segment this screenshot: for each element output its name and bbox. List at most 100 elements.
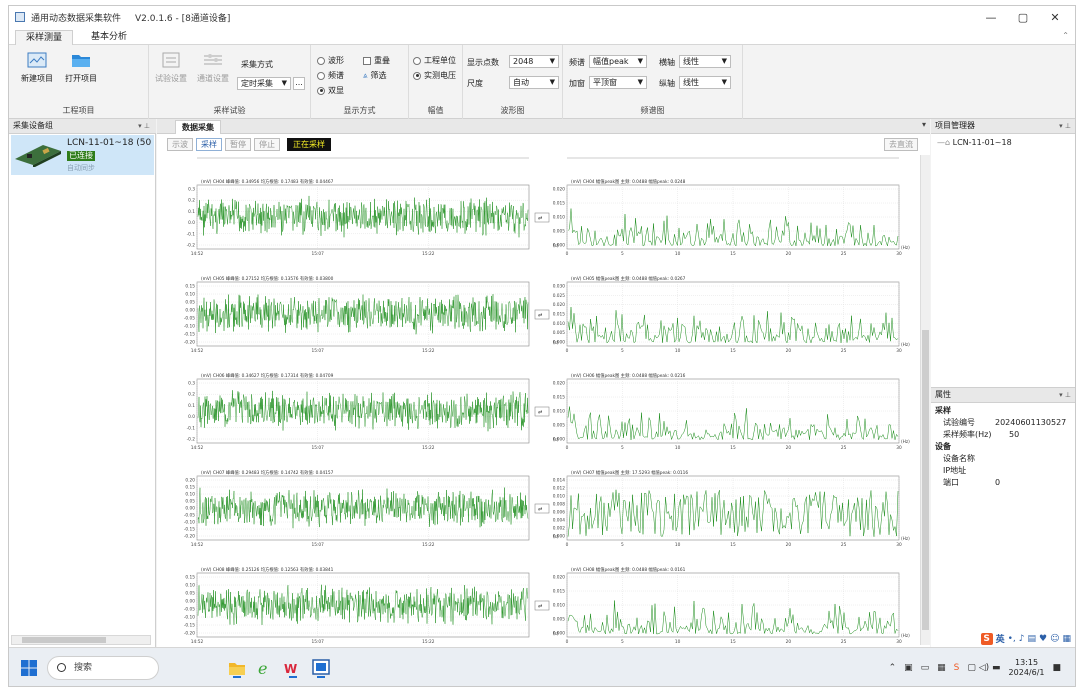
mic-icon[interactable]: ♪	[1019, 634, 1025, 644]
prop-category-sampling[interactable]: 采样	[931, 405, 1075, 416]
keyboard-icon[interactable]: ▤	[1028, 634, 1037, 644]
display-points-select[interactable]: 2048 ▼	[509, 55, 559, 68]
pin-icon[interactable]: ▾ ⊥	[138, 119, 150, 133]
left-hscrollbar[interactable]	[11, 635, 151, 645]
sample-button[interactable]: 采样	[196, 138, 222, 151]
chart-title: (mV) CH07 幅值peak图 主频: 17.5293 幅值peak: 0.…	[571, 469, 688, 476]
prop-row[interactable]: 试验编号 20240601130527	[931, 417, 1075, 428]
tab-dropdown-icon[interactable]: ▾	[922, 120, 926, 129]
remove-dc-button[interactable]: 去直流	[884, 138, 918, 151]
x-tick-label: 25	[841, 639, 847, 645]
punctuation-icon[interactable]: •,	[1008, 634, 1016, 644]
radio-waveform[interactable]: 波形	[317, 55, 344, 66]
pin-icon[interactable]: ▾ ⊥	[1059, 388, 1071, 402]
ime-language[interactable]: 英	[996, 632, 1005, 645]
device-group-header: 采集设备组 ▾ ⊥	[9, 119, 156, 134]
properties-header: 属性 ▾ ⊥	[931, 388, 1075, 403]
skin-icon[interactable]: ♥	[1039, 634, 1047, 644]
radio-measured-voltage[interactable]: 实测电压	[413, 70, 456, 81]
switch-channel-button[interactable]: ⇄	[534, 406, 550, 417]
left-hscrollbar-thumb[interactable]	[22, 637, 106, 643]
plot-vscrollbar[interactable]	[920, 155, 930, 645]
y-tick-label: 0.1	[188, 209, 195, 215]
radio-spectrum[interactable]: 频谱	[317, 70, 344, 81]
x-tick-label: 0	[566, 445, 569, 451]
tray-overflow-icon[interactable]: ⌃	[889, 663, 897, 673]
tray-app2-icon[interactable]: ▭	[921, 663, 930, 673]
acquisition-mode-more-button[interactable]: ...	[293, 77, 305, 90]
tray-app1-icon[interactable]: ▣	[904, 663, 913, 673]
switch-channel-button[interactable]: ⇄	[534, 503, 550, 514]
prop-row[interactable]: 采样频率(Hz) 50	[931, 429, 1075, 440]
y-tick-label: 0.00	[185, 506, 195, 512]
overlay-checkbox[interactable]: 重叠	[363, 55, 390, 66]
y-tick-label: 0.025	[553, 293, 566, 299]
channel-settings-button[interactable]: 通道设置	[193, 51, 233, 84]
plot-frame	[196, 378, 530, 444]
plot-vscrollbar-thumb[interactable]	[922, 330, 929, 630]
toolbox-icon[interactable]: ▦	[1062, 634, 1071, 644]
filter-button[interactable]: ⩓ 筛选	[363, 70, 387, 81]
maximize-button[interactable]: ▢	[1007, 8, 1039, 26]
user-icon[interactable]: ☺	[1050, 634, 1059, 644]
device-item[interactable]: LCN-11-01~18 (50Hz) 已连接 自动同步	[11, 135, 154, 175]
radio-dual[interactable]: 双显	[317, 85, 344, 96]
prop-row[interactable]: 设备名称	[931, 453, 1075, 464]
y-tick-label: 0.2	[188, 392, 195, 398]
scale-select[interactable]: 自动 ▼	[509, 76, 559, 89]
close-button[interactable]: ✕	[1039, 8, 1071, 26]
time-waveform-chart: (mV) CH04 峰峰值: 0.34956 均方根值: 0.17483 有效值…	[187, 178, 530, 257]
windows-start-icon[interactable]	[21, 660, 37, 676]
device-group-title: 采集设备组	[13, 121, 53, 130]
stop-button[interactable]: 停止	[254, 138, 280, 151]
switch-channel-button[interactable]: ⇄	[534, 212, 550, 223]
group-display-label: 显示方式	[343, 106, 376, 115]
x-tick-label: 20	[786, 542, 792, 548]
acquisition-mode-select[interactable]: 定时采集 ▼	[237, 77, 291, 90]
y-tick-label: 0.014	[553, 478, 566, 484]
y-tick-label: -0.20	[184, 534, 195, 540]
daq-app-taskbar-icon[interactable]	[311, 658, 331, 678]
prop-row[interactable]: IP地址	[931, 465, 1075, 476]
sampling-status: 正在采样	[287, 138, 331, 151]
xaxis-select[interactable]: 线性 ▼	[679, 55, 731, 68]
tab-data-acquisition[interactable]: 数据采集	[175, 120, 221, 134]
switch-channel-button[interactable]: ⇄	[534, 309, 550, 320]
new-project-button[interactable]: 新建项目	[17, 51, 57, 84]
ime-logo-icon[interactable]: S	[980, 632, 993, 645]
wps-office-icon[interactable]: W	[283, 658, 303, 678]
yaxis-select[interactable]: 线性 ▼	[679, 76, 731, 89]
x-tick-label: 30	[896, 348, 902, 354]
y-tick-label: 0.015	[553, 589, 566, 595]
file-explorer-icon[interactable]	[227, 658, 247, 678]
daq-card-icon	[15, 145, 61, 167]
spectrum-type-select[interactable]: 幅值peak ▼	[589, 55, 647, 68]
tray-app3-icon[interactable]: ▦	[937, 663, 946, 673]
taskbar-clock[interactable]: 13:15 2024/6/1	[1009, 658, 1045, 678]
tab-sampling[interactable]: 采样测量	[15, 30, 74, 45]
x-tick-label: 5	[621, 251, 624, 257]
open-project-button[interactable]: 打开项目	[61, 51, 101, 84]
y-tick-label: -0.05	[184, 607, 195, 613]
tray-sogou-icon[interactable]: S	[954, 663, 960, 673]
scope-button[interactable]: 示波	[167, 138, 193, 151]
project-tree-item[interactable]: —⌂ LCN-11-01~18	[937, 138, 1012, 147]
window-select[interactable]: 平顶窗 ▼	[589, 76, 647, 89]
pin-icon[interactable]: ▾ ⊥	[1059, 119, 1071, 133]
network-volume-battery-icon[interactable]: ▢ ◁) ▬	[967, 663, 1000, 673]
prop-category-device[interactable]: 设备	[931, 441, 1075, 452]
trial-settings-button[interactable]: 试验设置	[151, 51, 191, 84]
radio-engineering-unit[interactable]: 工程单位	[413, 55, 456, 66]
notification-icon[interactable]: ■	[1052, 663, 1061, 673]
ie-browser-icon[interactable]: e	[255, 658, 275, 678]
time-waveform-chart: (mV) CH08 峰峰值: 0.25126 均方根值: 0.12563 有效值…	[184, 566, 530, 645]
overlay-label: 重叠	[374, 56, 390, 65]
pause-button[interactable]: 暂停	[225, 138, 251, 151]
prop-row[interactable]: 端口 0	[931, 477, 1075, 488]
search-icon	[57, 663, 66, 672]
switch-channel-button[interactable]: ⇄	[534, 600, 550, 611]
x-tick-label: 14:52	[191, 251, 204, 257]
collapse-ribbon-icon[interactable]: ⌃	[1062, 31, 1069, 40]
minimize-button[interactable]: —	[975, 8, 1007, 26]
tab-basic-analysis[interactable]: 基本分析	[81, 30, 137, 45]
